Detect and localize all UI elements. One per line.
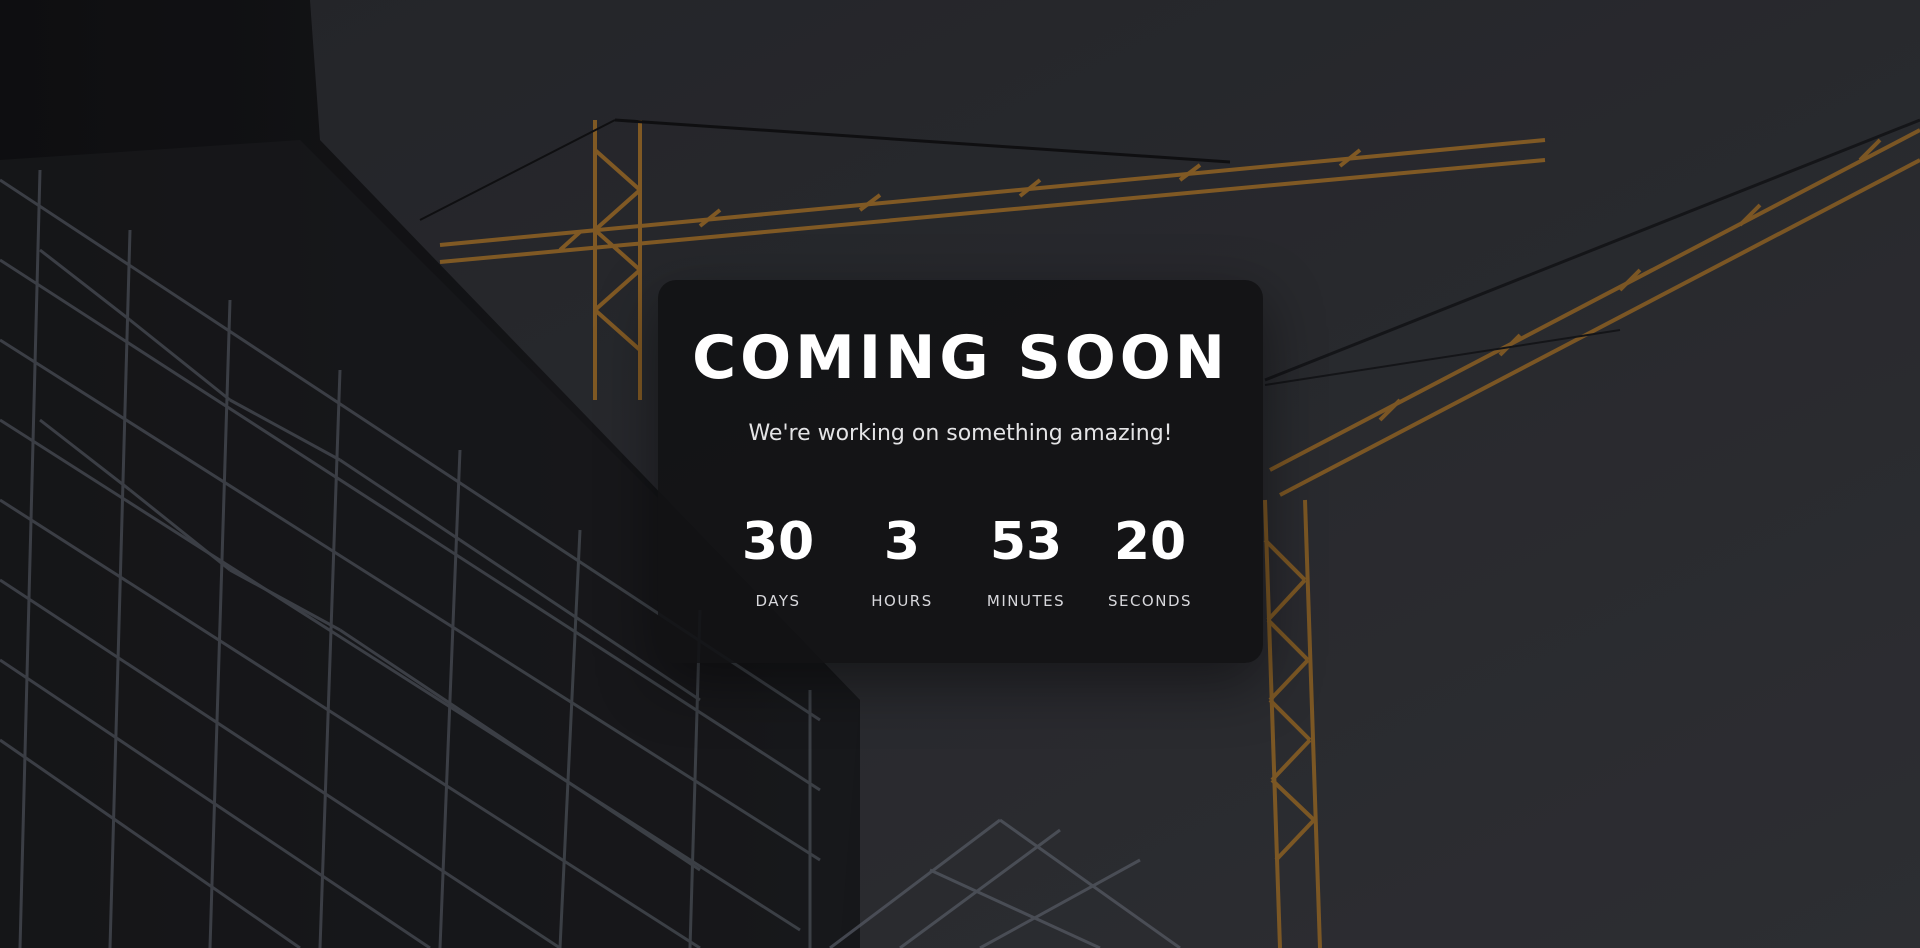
countdown-minutes: 53 MINUTES — [964, 516, 1088, 610]
countdown-days-value: 30 — [741, 512, 815, 572]
countdown-minutes-value: 53 — [989, 512, 1063, 572]
countdown-hours-label: HOURS — [871, 592, 933, 610]
countdown-timer: 30 DAYS 3 HOURS 53 MINUTES 20 SECONDS — [716, 516, 1212, 610]
countdown-seconds: 20 SECONDS — [1088, 516, 1212, 610]
coming-soon-card: COMING SOON We're working on something a… — [658, 280, 1263, 663]
countdown-seconds-value: 20 — [1113, 512, 1187, 572]
coming-soon-page: COMING SOON We're working on something a… — [0, 0, 1920, 948]
countdown-days-label: DAYS — [755, 592, 801, 610]
countdown-hours: 3 HOURS — [840, 516, 964, 610]
countdown-hours-value: 3 — [883, 512, 921, 572]
page-title: COMING SOON — [692, 323, 1229, 393]
countdown-minutes-label: MINUTES — [986, 592, 1066, 610]
countdown-days: 30 DAYS — [716, 516, 840, 610]
page-subtitle: We're working on something amazing! — [748, 421, 1173, 446]
countdown-seconds-label: SECONDS — [1107, 592, 1193, 610]
